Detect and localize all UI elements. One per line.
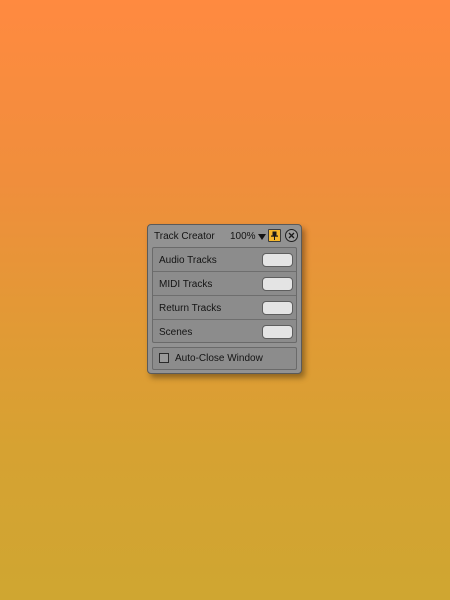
track-count-panel: Audio Tracks MIDI Tracks Return Tracks S… (152, 247, 297, 343)
zoom-value: 100% (230, 231, 256, 242)
row-audio-tracks: Audio Tracks (153, 248, 296, 272)
scenes-input[interactable] (262, 325, 293, 339)
audio-tracks-input[interactable] (262, 253, 293, 267)
window-title: Track Creator (154, 231, 215, 242)
close-icon (288, 232, 295, 239)
midi-tracks-input[interactable] (262, 277, 293, 291)
options-panel: Auto-Close Window (152, 347, 297, 370)
row-return-tracks: Return Tracks (153, 296, 296, 320)
auto-close-label[interactable]: Auto-Close Window (175, 353, 263, 364)
audio-tracks-label: Audio Tracks (159, 255, 217, 266)
scenes-label: Scenes (159, 327, 193, 338)
chevron-down-icon (257, 233, 266, 240)
track-creator-window: Track Creator 100% Audio Tracks MIDI Tra… (147, 224, 302, 374)
pin-icon (271, 231, 278, 240)
auto-close-checkbox[interactable] (159, 353, 169, 363)
pin-button[interactable] (268, 229, 281, 242)
row-midi-tracks: MIDI Tracks (153, 272, 296, 296)
return-tracks-input[interactable] (262, 301, 293, 315)
midi-tracks-label: MIDI Tracks (159, 279, 213, 290)
window-titlebar[interactable]: Track Creator 100% (148, 225, 301, 247)
row-scenes: Scenes (153, 320, 296, 344)
close-button[interactable] (285, 229, 298, 242)
return-tracks-label: Return Tracks (159, 303, 222, 314)
zoom-dropdown[interactable]: 100% (230, 231, 266, 242)
